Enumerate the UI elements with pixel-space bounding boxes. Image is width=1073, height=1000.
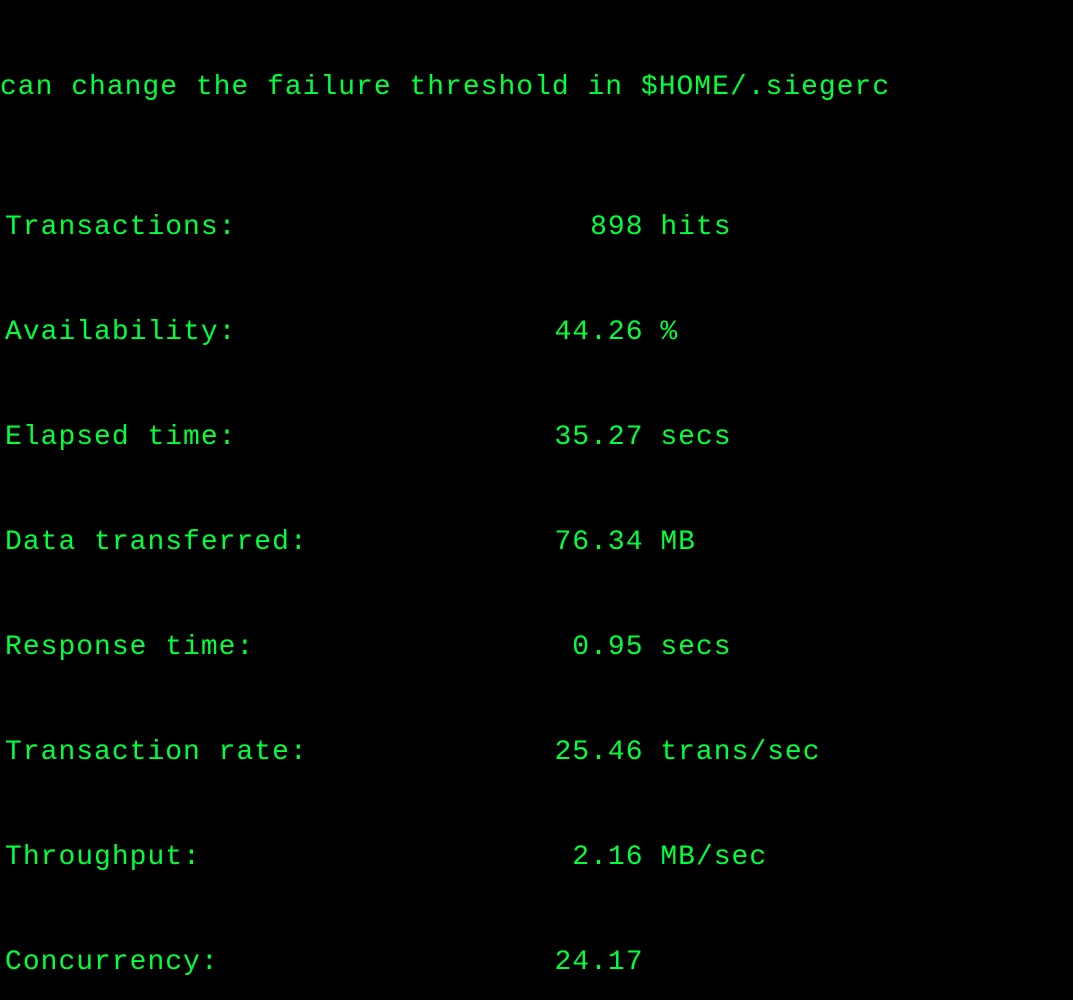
stat-row: Concurrency:24.17	[0, 945, 1073, 980]
stat-value: 25.46	[442, 735, 644, 770]
stat-value: 44.26	[442, 315, 644, 350]
stat-row: Throughput:2.16MB/sec	[0, 840, 1073, 875]
stat-label: Data transferred:	[5, 525, 442, 560]
stat-label: Response time:	[5, 630, 442, 665]
stat-row: Transactions:898hits	[0, 210, 1073, 245]
warning-line: can change the failure threshold in $HOM…	[0, 70, 1073, 105]
stat-unit: MB/sec	[644, 840, 768, 875]
stat-label: Concurrency:	[5, 945, 442, 980]
terminal-output: can change the failure threshold in $HOM…	[0, 0, 1073, 1000]
stat-value: 2.16	[442, 840, 644, 875]
stat-value: 76.34	[442, 525, 644, 560]
stat-label: Elapsed time:	[5, 420, 442, 455]
stat-value: 35.27	[442, 420, 644, 455]
stat-unit: MB	[644, 525, 696, 560]
stat-value: 24.17	[442, 945, 644, 980]
stat-unit: secs	[644, 420, 732, 455]
stat-label: Availability:	[5, 315, 442, 350]
stat-unit: trans/sec	[644, 735, 821, 770]
stat-row: Availability:44.26%	[0, 315, 1073, 350]
stat-label: Transaction rate:	[5, 735, 442, 770]
stat-value: 898	[442, 210, 644, 245]
stat-unit: secs	[644, 630, 732, 665]
stat-row: Elapsed time:35.27secs	[0, 420, 1073, 455]
stat-unit: hits	[644, 210, 732, 245]
stat-label: Throughput:	[5, 840, 442, 875]
stat-row: Data transferred:76.34MB	[0, 525, 1073, 560]
stat-row: Response time:0.95secs	[0, 630, 1073, 665]
stat-unit: %	[644, 315, 679, 350]
stat-label: Transactions:	[5, 210, 442, 245]
stat-value: 0.95	[442, 630, 644, 665]
stat-row: Transaction rate:25.46trans/sec	[0, 735, 1073, 770]
